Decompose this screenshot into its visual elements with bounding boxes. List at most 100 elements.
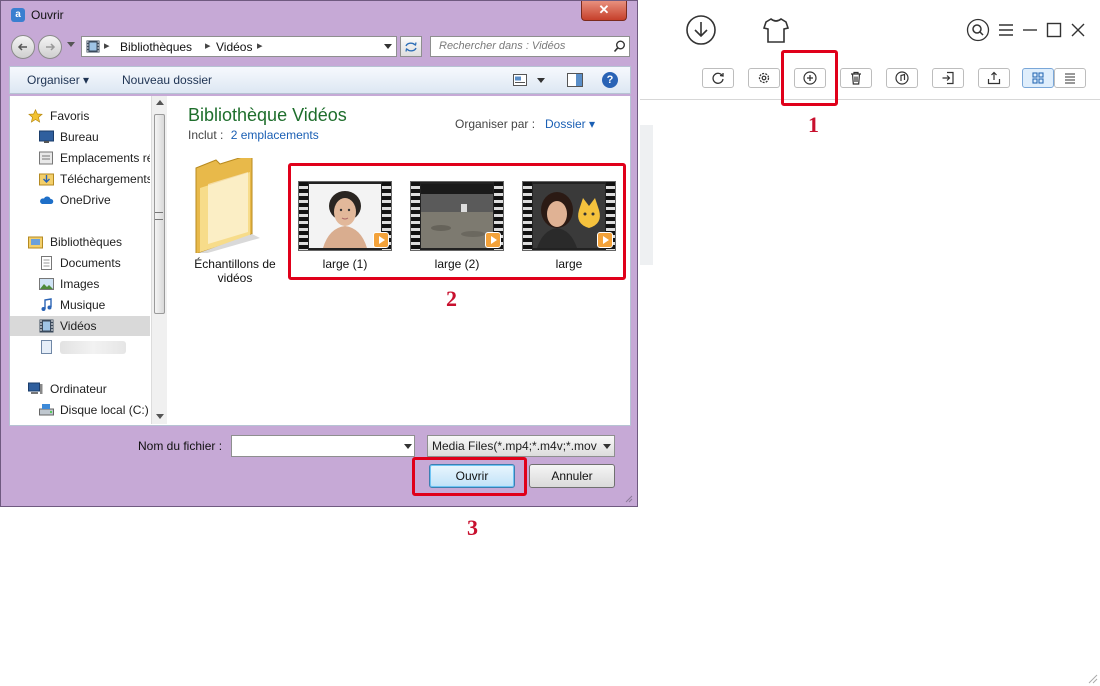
- minimize-icon: [1023, 29, 1037, 31]
- step-3-label: 3: [467, 515, 478, 540]
- locations-link[interactable]: 2 emplacements: [231, 128, 319, 142]
- app-search-button[interactable]: [966, 18, 990, 42]
- app-minimize-button[interactable]: [1022, 22, 1038, 38]
- history-dropdown-icon[interactable]: [67, 42, 75, 47]
- app-export-button[interactable]: [978, 68, 1010, 88]
- nav-images[interactable]: Images: [10, 274, 150, 294]
- tshirt-icon: [762, 18, 790, 43]
- nav-recent-places[interactable]: Emplacements ré: [10, 148, 150, 168]
- navigation-pane: Favoris Bureau Emplacements ré Télécharg…: [10, 96, 150, 424]
- scroll-down-icon[interactable]: [156, 414, 164, 419]
- videos-film-icon: [39, 319, 54, 333]
- view-dropdown-icon[interactable]: [537, 78, 545, 83]
- arrange-by-dropdown[interactable]: Dossier ▾: [545, 117, 595, 131]
- app-list-view-button[interactable]: [1054, 68, 1086, 88]
- nav-videos[interactable]: Vidéos: [10, 316, 150, 336]
- search-input[interactable]: Rechercher dans : Vidéos: [430, 36, 630, 57]
- scroll-grip-icon: [155, 212, 163, 220]
- app-toolbar-divider: [640, 99, 1100, 100]
- export-icon: [987, 71, 1001, 85]
- close-icon: [1071, 23, 1085, 37]
- view-options-icon[interactable]: [513, 74, 527, 86]
- new-folder-button[interactable]: Nouveau dossier: [122, 73, 212, 87]
- preview-pane-icon[interactable]: [567, 73, 583, 87]
- filetype-dropdown-icon[interactable]: [603, 444, 611, 449]
- search-icon: [613, 40, 625, 53]
- highlight-open-button: [412, 457, 527, 496]
- app-import-button[interactable]: [932, 68, 964, 88]
- library-includes: Inclut : 2 emplacements: [188, 128, 319, 142]
- nav-music[interactable]: Musique: [10, 295, 150, 315]
- nav-desktop[interactable]: Bureau: [10, 127, 150, 147]
- address-dropdown-icon[interactable]: [384, 44, 392, 49]
- maximize-icon: [1046, 22, 1062, 38]
- nav-onedrive[interactable]: OneDrive: [10, 190, 150, 210]
- settings-icon: [758, 72, 770, 84]
- app-close-button[interactable]: [1070, 22, 1086, 38]
- nav-libraries-label: Bibliothèques: [50, 235, 123, 249]
- onedrive-cloud-icon: [40, 196, 54, 204]
- app-to-itunes-button[interactable]: [886, 68, 918, 88]
- library-item-icon: [41, 340, 52, 354]
- app-download-button[interactable]: [685, 14, 717, 46]
- includes-label: Inclut :: [188, 128, 224, 142]
- folder-tile[interactable]: [190, 153, 262, 255]
- filetype-select[interactable]: Media Files(*.mp4;*.m4v;*.mov: [427, 435, 615, 457]
- app-toolkit-button[interactable]: [760, 14, 792, 46]
- nav-local-disk[interactable]: Disque local (C:): [10, 400, 150, 420]
- nav-computer[interactable]: Ordinateur: [10, 379, 150, 399]
- nav-downloads-label: Téléchargements: [60, 172, 150, 186]
- refresh-button[interactable]: [400, 36, 422, 57]
- app-grid-view-button[interactable]: [1022, 68, 1054, 88]
- breadcrumb-videos[interactable]: Vidéos: [216, 40, 252, 54]
- cancel-button[interactable]: Annuler: [529, 464, 615, 488]
- documents-icon: [41, 256, 52, 270]
- nav-desktop-label: Bureau: [60, 130, 99, 144]
- app-delete-button[interactable]: [840, 68, 872, 88]
- filetype-value: Media Files(*.mp4;*.m4v;*.mov: [432, 439, 597, 453]
- app-refresh-button[interactable]: [702, 68, 734, 88]
- app-menu-button[interactable]: [998, 22, 1014, 38]
- step-1-label: 1: [808, 112, 819, 137]
- download-icon: [686, 15, 716, 45]
- back-arrow-icon: [17, 43, 27, 51]
- app-maximize-button[interactable]: [1046, 22, 1062, 38]
- nav-downloads[interactable]: Téléchargements: [10, 169, 150, 189]
- blurred-label: [60, 341, 126, 354]
- forward-button[interactable]: [38, 35, 62, 59]
- import-icon: [942, 71, 954, 85]
- dialog-close-button[interactable]: ✕: [581, 1, 627, 21]
- filename-dropdown-icon[interactable]: [404, 444, 412, 449]
- app-settings-button[interactable]: [748, 68, 780, 88]
- highlight-video-files: [288, 163, 626, 280]
- breadcrumb-separator-icon: ▸: [104, 40, 110, 52]
- navigation-scrollbar[interactable]: [151, 96, 167, 424]
- nav-libraries[interactable]: Bibliothèques: [10, 232, 150, 252]
- app-resize-grip-icon[interactable]: [1086, 672, 1098, 684]
- back-button[interactable]: [11, 35, 35, 59]
- nav-computer-label: Ordinateur: [50, 382, 107, 396]
- help-icon[interactable]: ?: [602, 72, 618, 88]
- breadcrumb-separator-icon: ▸: [205, 40, 211, 52]
- nav-favorites-label: Favoris: [50, 109, 90, 123]
- nav-documents[interactable]: Documents: [10, 253, 150, 273]
- nav-hidden-library[interactable]: [10, 337, 150, 357]
- refresh-icon: [712, 72, 724, 84]
- organize-menu[interactable]: Organiser ▾: [27, 73, 89, 87]
- breadcrumb-separator-icon: ▸: [257, 40, 263, 52]
- list-view-icon: [1065, 73, 1075, 84]
- hard-drive-icon: [39, 404, 54, 416]
- scroll-up-icon[interactable]: [156, 100, 164, 105]
- dialog-titlebar[interactable]: a Ouvrir ✕: [1, 1, 637, 31]
- dialog-title: Ouvrir: [31, 8, 64, 22]
- resize-grip-icon[interactable]: [623, 493, 633, 503]
- filename-input[interactable]: [231, 435, 415, 457]
- nav-favorites[interactable]: Favoris: [10, 106, 150, 126]
- app-logo-icon: a: [11, 8, 25, 22]
- address-bar[interactable]: ▸ Bibliothèques ▸ Vidéos ▸: [81, 36, 397, 57]
- star-icon: [28, 109, 43, 123]
- breadcrumb-libraries[interactable]: Bibliothèques: [120, 40, 192, 54]
- app-side-panel: [640, 125, 653, 265]
- step-2-label: 2: [446, 286, 457, 311]
- nav-onedrive-label: OneDrive: [60, 193, 111, 207]
